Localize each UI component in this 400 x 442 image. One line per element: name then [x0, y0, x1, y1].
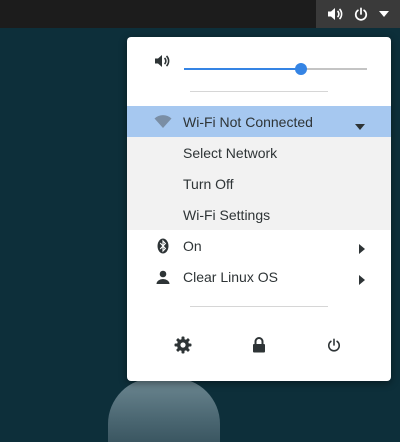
user-name-label: Clear Linux OS	[183, 268, 278, 285]
menu-item-label: Select Network	[183, 144, 278, 161]
wifi-select-network-item[interactable]: Select Network	[127, 137, 391, 168]
settings-button[interactable]	[169, 333, 197, 361]
settings-icon	[174, 336, 192, 359]
separator	[190, 306, 328, 307]
chevron-right-icon	[359, 241, 365, 257]
dropdown-arrow-icon[interactable]	[378, 11, 389, 17]
action-buttons	[127, 333, 391, 361]
wifi-row[interactable]: Wi-Fi Not Connected	[127, 106, 391, 137]
volume-slider-handle[interactable]	[295, 63, 308, 75]
bluetooth-status-label: On	[183, 237, 202, 254]
bluetooth-icon	[154, 237, 172, 255]
wifi-settings-item[interactable]: Wi-Fi Settings	[127, 199, 391, 230]
menu-item-label: Wi-Fi Settings	[183, 206, 271, 223]
menu-item-label: Turn Off	[183, 175, 234, 192]
volume-slider[interactable]	[184, 63, 367, 75]
power-icon[interactable]	[354, 7, 368, 21]
top-panel	[0, 0, 400, 28]
chevron-down-icon	[355, 117, 365, 133]
user-row[interactable]: Clear Linux OS	[127, 261, 391, 292]
user-icon	[154, 268, 172, 286]
lock-button[interactable]	[245, 333, 273, 361]
wallpaper-detail	[108, 378, 220, 442]
system-menu: Wi-Fi Not Connected Select Network Turn …	[127, 37, 391, 381]
chevron-right-icon	[359, 272, 365, 288]
speaker-icon	[154, 53, 170, 74]
bluetooth-row[interactable]: On	[127, 230, 391, 261]
lock-icon	[252, 336, 266, 358]
wifi-turn-off-item[interactable]: Turn Off	[127, 168, 391, 199]
volume-slider-fill	[184, 68, 302, 70]
volume-icon[interactable]	[327, 6, 343, 22]
wifi-status-label: Wi-Fi Not Connected	[183, 113, 313, 130]
system-status-area[interactable]	[316, 0, 400, 28]
wifi-icon	[154, 113, 172, 131]
power-off-icon	[327, 338, 341, 357]
volume-row	[127, 45, 391, 77]
separator	[190, 91, 328, 92]
power-off-button[interactable]	[320, 333, 348, 361]
